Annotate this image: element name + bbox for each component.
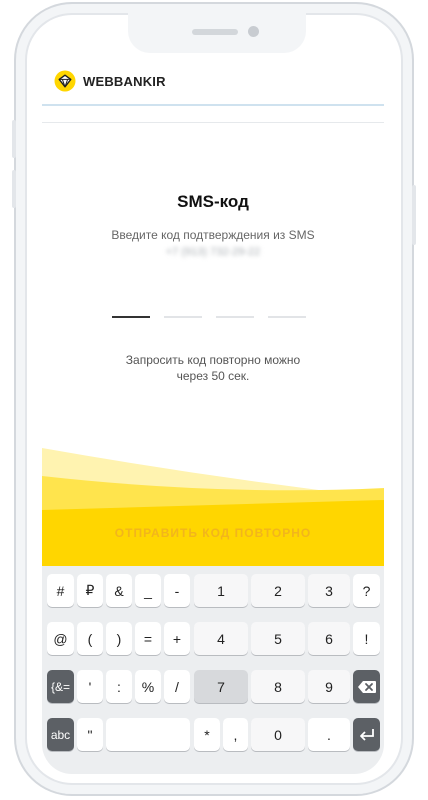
resend-timer-text: Запросить код повторно можно через 50 се…: [102, 352, 324, 384]
code-digit-3[interactable]: [216, 316, 254, 318]
key-slash[interactable]: /: [164, 670, 190, 703]
page-subtitle: Введите код подтверждения из SMS: [111, 228, 315, 242]
sms-code-input[interactable]: [112, 316, 306, 318]
code-digit-2[interactable]: [164, 316, 202, 318]
key-5[interactable]: 5: [251, 622, 305, 655]
masked-phone-number: +7 (913) 732-29-22: [165, 246, 261, 258]
phone-power-button: [412, 185, 416, 245]
resend-info-line-1: Запросить код повторно можно: [125, 353, 301, 367]
key-comma[interactable]: ,: [223, 718, 248, 751]
key-apostrophe[interactable]: ': [77, 670, 103, 703]
key-ampersand[interactable]: &: [106, 574, 132, 607]
key-paren-open[interactable]: (: [77, 622, 103, 655]
key-1[interactable]: 1: [194, 574, 248, 607]
key-symbols-toggle[interactable]: {&=: [47, 670, 74, 703]
key-hash[interactable]: #: [47, 574, 74, 607]
key-asterisk[interactable]: *: [194, 718, 220, 751]
brand-name: WEBBANKIR: [83, 73, 166, 89]
key-0[interactable]: 0: [251, 718, 305, 751]
phone-volume-up-button: [12, 120, 16, 158]
header-divider: [42, 122, 384, 123]
speaker-grille: [192, 29, 238, 35]
key-2[interactable]: 2: [251, 574, 305, 607]
resend-info-line-2: через 50 сек.: [176, 369, 250, 383]
app-screen: WEBBANKIR SMS-код Введите код подтвержде…: [42, 18, 384, 774]
key-plus[interactable]: +: [164, 622, 190, 655]
yellow-decor-band: [42, 448, 384, 578]
key-enter[interactable]: [353, 718, 380, 751]
backspace-icon: [357, 680, 376, 693]
page-title: SMS-код: [177, 192, 249, 211]
front-camera: [248, 26, 259, 37]
key-period[interactable]: .: [308, 718, 350, 751]
on-screen-keyboard: # ₽ & _ - 1 2 3 ? @ ( ) = + 4 5 6 ! {&= …: [42, 566, 384, 774]
key-abc-toggle[interactable]: abc: [47, 718, 74, 751]
key-6[interactable]: 6: [308, 622, 350, 655]
key-question[interactable]: ?: [353, 574, 380, 607]
key-3[interactable]: 3: [308, 574, 350, 607]
resend-code-button[interactable]: ОТПРАВИТЬ КОД ПОВТОРНО: [42, 526, 384, 540]
key-paren-close[interactable]: ): [106, 622, 132, 655]
code-digit-4[interactable]: [268, 316, 306, 318]
enter-icon: [359, 728, 374, 741]
key-colon[interactable]: :: [106, 670, 132, 703]
key-ruble[interactable]: ₽: [77, 574, 103, 607]
key-quote[interactable]: ": [77, 718, 103, 751]
phone-notch: [128, 13, 306, 53]
brand-logo[interactable]: WEBBANKIR: [54, 70, 166, 92]
key-underscore[interactable]: _: [135, 574, 161, 607]
phone-volume-down-button: [12, 170, 16, 208]
key-at[interactable]: @: [47, 622, 74, 655]
key-exclamation[interactable]: !: [353, 622, 380, 655]
code-digit-1[interactable]: [112, 316, 150, 318]
key-7[interactable]: 7: [194, 670, 248, 703]
key-backspace[interactable]: [353, 670, 380, 703]
key-equals[interactable]: =: [135, 622, 161, 655]
app-header: WEBBANKIR: [42, 62, 384, 106]
key-minus[interactable]: -: [164, 574, 190, 607]
webbankir-logo-icon: [54, 70, 76, 92]
key-space[interactable]: [106, 718, 190, 751]
key-percent[interactable]: %: [135, 670, 161, 703]
key-4[interactable]: 4: [194, 622, 248, 655]
key-9[interactable]: 9: [308, 670, 350, 703]
key-8[interactable]: 8: [251, 670, 305, 703]
